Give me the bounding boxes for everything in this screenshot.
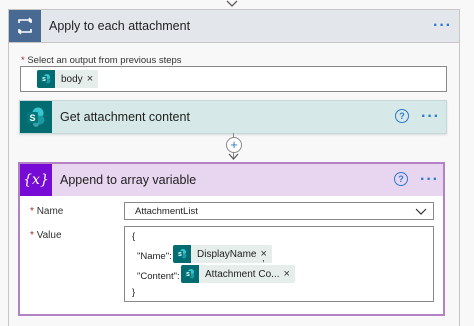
help-icon[interactable]: ? <box>394 172 408 186</box>
select-output-label: * Select an output from previous steps <box>21 55 182 66</box>
json-open-brace: { <box>132 231 136 242</box>
down-arrow-icon <box>226 0 238 7</box>
token-label: DisplayName <box>197 248 257 260</box>
variable-value-editor[interactable]: { "Name": S DisplayName × , "Content": S… <box>124 226 434 302</box>
add-step-icon[interactable]: + <box>226 137 242 153</box>
svg-text:S: S <box>29 113 35 123</box>
append-to-array-variable-title: Append to array variable <box>60 173 197 187</box>
displayname-token[interactable]: S DisplayName × <box>173 245 272 263</box>
svg-text:S: S <box>186 272 190 278</box>
select-output-input[interactable]: S body × <box>20 66 447 92</box>
more-options-icon[interactable]: ··· <box>420 172 439 188</box>
token-label: Attachment Co... <box>205 268 280 280</box>
get-attachment-content-card[interactable]: S Get attachment content ? ··· <box>19 100 447 134</box>
remove-token-icon[interactable]: × <box>87 73 98 85</box>
apply-to-each-header[interactable]: Apply to each attachment ··· <box>9 9 459 43</box>
variable-name-select[interactable]: AttachmentList <box>124 202 434 220</box>
sharepoint-icon: S <box>20 101 52 133</box>
body-token[interactable]: S body × <box>37 70 99 88</box>
token-label: body <box>61 73 83 85</box>
value-field-label: * Value <box>30 230 62 241</box>
down-arrow-icon <box>228 153 239 160</box>
get-attachment-content-title: Get attachment content <box>60 110 190 124</box>
sharepoint-icon: S <box>173 245 191 263</box>
svg-text:S: S <box>42 77 46 83</box>
json-close-brace: } <box>132 287 136 298</box>
apply-to-each-title: Apply to each attachment <box>49 19 191 33</box>
remove-token-icon[interactable]: × <box>283 268 294 280</box>
sharepoint-icon: S <box>181 265 199 283</box>
variable-name-value: AttachmentList <box>135 206 198 217</box>
append-to-array-variable-card: {x} Append to array variable ? ··· * Nam… <box>18 162 445 316</box>
loop-icon <box>9 10 41 42</box>
help-icon[interactable]: ? <box>395 109 409 123</box>
chevron-down-icon <box>415 208 427 215</box>
variable-icon: {x} <box>20 164 52 196</box>
json-name-key: "Name": <box>137 251 172 262</box>
sharepoint-icon: S <box>37 70 55 88</box>
more-options-icon[interactable]: ··· <box>421 109 440 125</box>
json-content-key: "Content": <box>137 271 180 282</box>
flow-designer-canvas: Apply to each attachment ··· * Select an… <box>0 0 474 326</box>
name-field-label: * Name <box>30 206 64 217</box>
attachment-content-token[interactable]: S Attachment Co... × <box>181 265 295 283</box>
append-to-array-variable-header[interactable]: {x} Append to array variable ? ··· <box>20 164 443 196</box>
more-options-icon[interactable]: ··· <box>433 18 452 34</box>
json-comma: , <box>262 253 265 264</box>
svg-text:S: S <box>178 252 182 258</box>
